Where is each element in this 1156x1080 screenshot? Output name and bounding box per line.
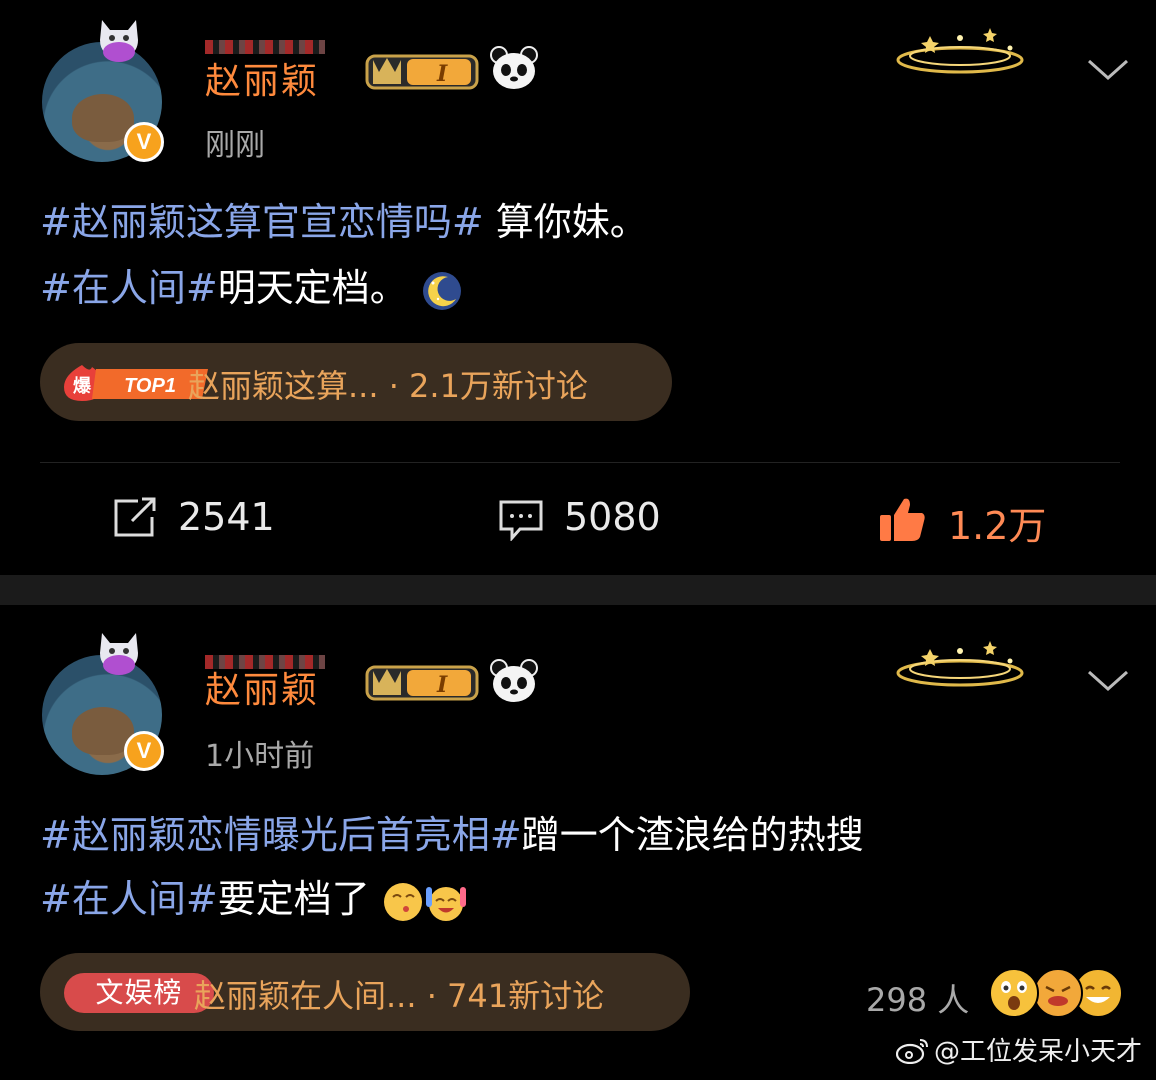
repost-button[interactable]: 2541	[112, 495, 312, 543]
sparkle-ring-decoration-icon	[896, 641, 1024, 687]
cat-pendant-icon	[100, 633, 138, 675]
rank-badge-text: TOP1	[124, 375, 176, 397]
hashtag-link[interactable]: #赵丽颖这算官宣恋情吗#	[40, 200, 484, 244]
trending-topic-pill[interactable]: 文娱榜 赵丽颖在人间... · 741新讨论	[40, 953, 690, 1031]
post-text-line-2: #在人间#明天定档。	[40, 256, 464, 320]
panda-icon	[490, 659, 538, 702]
entertainment-rank-badge: 文娱榜	[64, 973, 214, 1013]
comment-icon	[499, 500, 543, 541]
crown-badge-icon: I	[365, 54, 479, 90]
panda-icon	[490, 46, 538, 89]
moon-emoji-icon	[422, 271, 461, 310]
repost-count: 2541	[178, 495, 275, 539]
name-redaction	[205, 655, 325, 669]
weibo-post-2: V 赵丽颖 I 1小时前 #赵丽颖恋情曝光后首亮相#蹭一个渣浪给的热搜 #在人间…	[0, 605, 1156, 1080]
verified-badge: V	[124, 731, 164, 771]
repost-icon	[114, 497, 156, 537]
like-count: 1.2万	[948, 504, 1047, 548]
hashtag-link[interactable]: #赵丽颖恋情曝光后首亮相#	[40, 813, 522, 857]
post-text: 算你妹。	[483, 200, 648, 244]
trending-topic-text: 赵丽颖这算... · 2.1万新讨论	[188, 367, 588, 405]
comment-count: 5080	[564, 495, 661, 539]
sparkle-ring-decoration-icon	[896, 28, 1024, 74]
post-text-line-1: #赵丽颖这算官宣恋情吗# 算你妹。	[40, 190, 648, 254]
chevron-down-icon[interactable]	[1086, 58, 1130, 82]
post-text: 明天定档。	[217, 266, 408, 310]
level-badge-text: I	[436, 61, 448, 87]
post-text: 蹭一个渣浪给的热搜	[521, 813, 864, 857]
cheer-emoji-icon	[425, 886, 466, 921]
trending-topic-text: 赵丽颖在人间... · 741新讨论	[194, 977, 605, 1015]
post-time: 刚刚	[205, 128, 265, 163]
hashtag-link[interactable]: #在人间#	[40, 877, 218, 921]
post-text-line-1: #赵丽颖恋情曝光后首亮相#蹭一个渣浪给的热搜	[40, 803, 864, 867]
thumbs-up-icon	[880, 498, 925, 541]
weibo-watermark: @工位发呆小天才	[895, 1031, 1142, 1068]
post-separator	[0, 575, 1156, 605]
comment-button[interactable]: 5080	[498, 495, 698, 543]
chevron-down-icon[interactable]	[1086, 669, 1130, 693]
post-time: 1小时前	[205, 739, 315, 774]
post-text-line-2: #在人间#要定档了	[40, 867, 468, 931]
post-text: 要定档了	[217, 877, 370, 921]
hot-badge-text: 爆	[73, 376, 92, 397]
divider	[40, 462, 1120, 463]
kiss-emoji-icon	[383, 882, 422, 921]
level-badge-text: I	[436, 672, 448, 698]
cat-pendant-icon	[100, 20, 138, 62]
crown-badge-icon: I	[365, 665, 479, 701]
verified-badge: V	[124, 122, 164, 162]
name-redaction	[205, 40, 325, 54]
user-name[interactable]: 赵丽颖	[205, 52, 319, 104]
weibo-post-1: V 赵丽颖 I 刚刚 #赵丽颖这算官宣恋情吗# 算你妹。 #在人间#明天定档。	[0, 0, 1156, 575]
reaction-emojis-icon[interactable]	[986, 965, 1126, 1021]
watermark-text: @工位发呆小天才	[933, 1037, 1142, 1067]
reaction-count[interactable]: 298 人	[866, 975, 969, 1021]
hashtag-link[interactable]: #在人间#	[40, 266, 218, 310]
weibo-logo-icon	[895, 1039, 928, 1065]
like-button[interactable]: 1.2万	[878, 495, 1078, 548]
trending-topic-pill[interactable]: 爆 TOP1 赵丽颖这算... · 2.1万新讨论	[40, 343, 672, 421]
